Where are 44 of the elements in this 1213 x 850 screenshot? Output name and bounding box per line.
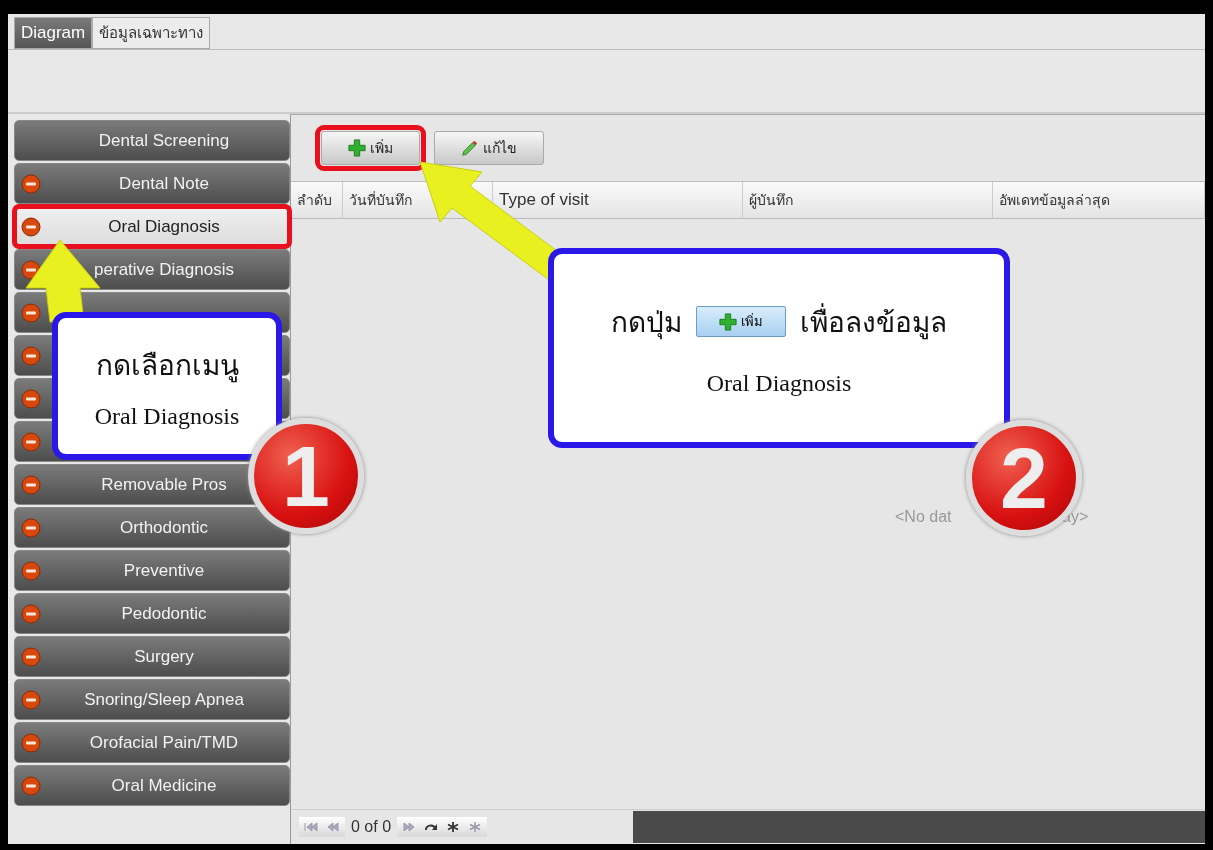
first-page-icon[interactable] <box>303 821 319 833</box>
minus-icon <box>21 561 41 581</box>
sidebar-item[interactable]: Pedodontic <box>14 593 290 634</box>
minus-icon <box>21 733 41 753</box>
sidebar-item[interactable]: Orofacial Pain/TMD <box>14 722 290 763</box>
add-button-picture: เพิ่ม <box>696 306 786 337</box>
column-header[interactable]: อัพเดทข้อมูลล่าสุด <box>993 182 1205 218</box>
minus-icon <box>21 432 41 452</box>
column-header[interactable]: ผู้บันทึก <box>743 182 993 218</box>
plus-icon <box>348 139 366 157</box>
toolbar-button[interactable]: แก้ไข <box>434 131 544 165</box>
empty-grid-message: <No dat <box>895 508 952 526</box>
callout-text: กดเลือกเมนู <box>95 348 239 385</box>
sidebar-item[interactable]: Oral Medicine <box>14 765 290 806</box>
callout-text: Oral Diagnosis <box>94 402 240 430</box>
minus-icon <box>21 604 41 624</box>
column-header[interactable]: ลำดับ <box>291 182 343 218</box>
minus-icon <box>21 389 41 409</box>
sidebar-item[interactable]: Dental Note <box>14 163 290 204</box>
sidebar-item[interactable]: Preventive <box>14 550 290 591</box>
page-indicator: 0 of 0 <box>351 818 392 836</box>
tab[interactable]: Diagram <box>14 17 93 49</box>
plus-icon <box>719 312 737 331</box>
minus-icon <box>21 776 41 796</box>
previous-page-icon[interactable] <box>325 821 341 833</box>
minus-icon <box>21 346 41 366</box>
pencil-icon <box>461 139 479 157</box>
horizontal-scrollbar[interactable] <box>633 811 1205 843</box>
sidebar-item[interactable]: Snoring/Sleep Apnea <box>14 679 290 720</box>
sidebar-item[interactable]: Oral Diagnosis <box>14 206 290 247</box>
minus-icon <box>21 690 41 710</box>
tab[interactable]: ข้อมูลเฉพาะทาง <box>92 17 211 49</box>
minus-icon <box>21 475 41 495</box>
callout-text: เพื่อลงข้อมูล <box>800 299 947 344</box>
minus-icon <box>21 518 41 538</box>
sidebar-item[interactable]: Dental Screening <box>14 120 290 161</box>
minus-icon <box>21 303 41 323</box>
sidebar-item[interactable]: Orthodontic <box>14 507 290 548</box>
minus-icon <box>21 217 41 237</box>
minus-icon <box>21 647 41 667</box>
sidebar-item[interactable]: Surgery <box>14 636 290 677</box>
minus-icon <box>21 174 41 194</box>
callout-text: กดปุ่ม <box>611 305 682 342</box>
callout-text: Oral Diagnosis <box>706 369 852 397</box>
